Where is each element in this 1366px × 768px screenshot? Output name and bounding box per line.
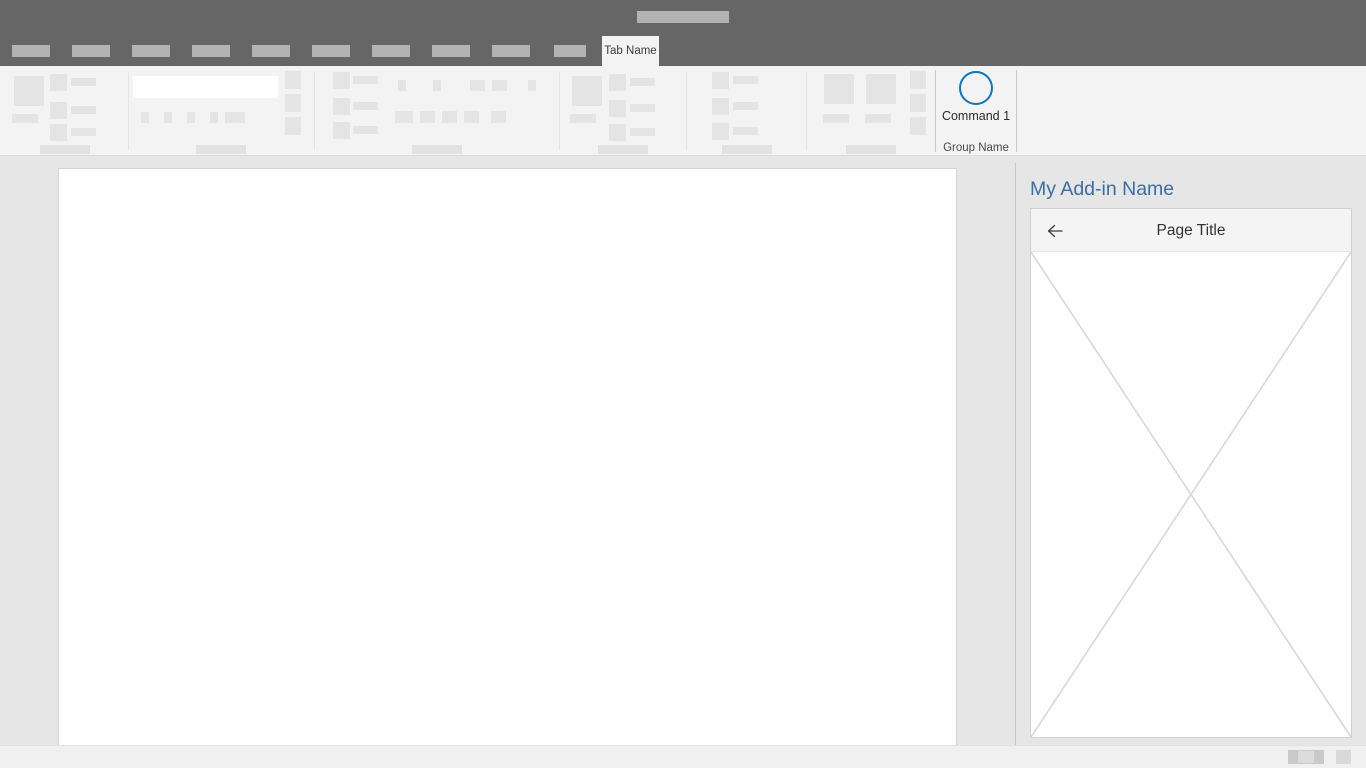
- command-1-button[interactable]: Command 1: [935, 109, 1017, 123]
- title-placeholder: [637, 11, 729, 23]
- title-bar: [0, 0, 1366, 36]
- tab-placeholder-7[interactable]: [372, 45, 410, 57]
- ribbon-control-placeholder-5-5[interactable]: [712, 123, 729, 140]
- ribbon-control-placeholder-4-8[interactable]: [630, 128, 655, 136]
- ribbon-control-placeholder-3-9[interactable]: [470, 80, 485, 91]
- addin-title: My Add-in Name: [1030, 178, 1174, 201]
- tab-active[interactable]: Tab Name: [602, 36, 659, 66]
- tab-placeholder-6[interactable]: [312, 45, 350, 57]
- ribbon-control-placeholder-6-6[interactable]: [910, 94, 926, 112]
- ribbon-control-placeholder-3-1[interactable]: [333, 72, 350, 89]
- ribbon-control-placeholder-6-4[interactable]: [865, 114, 891, 123]
- ribbon-group-label-placeholder-4: [598, 145, 648, 154]
- ribbon-control-placeholder-5-3[interactable]: [712, 98, 729, 115]
- ribbon-control-placeholder-3-15[interactable]: [464, 111, 479, 123]
- ribbon-control-placeholder-2-6[interactable]: [225, 112, 245, 123]
- tab-placeholder-5[interactable]: [252, 45, 290, 57]
- ribbon-control-placeholder-3-8[interactable]: [433, 80, 441, 91]
- ribbon-group-command: Command 1 Group Name: [935, 66, 1017, 156]
- zoom-slider-handle[interactable]: [1298, 751, 1314, 763]
- ribbon-control-placeholder-1-6[interactable]: [71, 106, 96, 114]
- ribbon-control-placeholder-4-6[interactable]: [630, 104, 655, 112]
- ribbon-group-separator-2: [314, 72, 315, 150]
- page-title: Page Title: [1031, 209, 1351, 252]
- ribbon-control-placeholder-1-2[interactable]: [12, 114, 38, 123]
- ribbon-group-label-placeholder-6: [846, 145, 896, 154]
- ribbon-control-placeholder-1-4[interactable]: [71, 78, 96, 86]
- ribbon-group-separator-5: [806, 72, 807, 150]
- ribbon-control-placeholder-4-2[interactable]: [570, 114, 596, 123]
- ribbon-control-placeholder-4-5[interactable]: [609, 100, 626, 117]
- ribbon-control-placeholder-1-5[interactable]: [50, 102, 67, 119]
- ribbon-control-placeholder-6-2[interactable]: [823, 114, 849, 123]
- ribbon-control-placeholder-3-10[interactable]: [492, 80, 507, 91]
- ribbon-control-placeholder-3-6[interactable]: [353, 126, 378, 134]
- ribbon-control-placeholder-3-4[interactable]: [353, 102, 378, 110]
- ribbon-control-placeholder-5-1[interactable]: [712, 72, 729, 89]
- ribbon-control-placeholder-3-7[interactable]: [398, 80, 406, 91]
- ribbon-control-placeholder-6-1[interactable]: [824, 74, 854, 104]
- app-window: Tab Name Command 1 Group Name My Add-in …: [0, 0, 1366, 768]
- tab-placeholder-4[interactable]: [192, 45, 230, 57]
- ribbon-group-separator-4: [686, 72, 687, 150]
- page-header: Page Title: [1031, 209, 1351, 252]
- view-mode-button[interactable]: [1336, 750, 1351, 764]
- ribbon-control-placeholder-1-7[interactable]: [50, 124, 67, 141]
- ribbon-control-placeholder-5-4[interactable]: [733, 102, 758, 110]
- ribbon-control-placeholder-1-8[interactable]: [71, 128, 96, 136]
- ribbon-control-placeholder-5-6[interactable]: [733, 127, 758, 135]
- ribbon: Command 1 Group Name: [0, 66, 1366, 156]
- ribbon-control-placeholder-2-8[interactable]: [285, 94, 301, 112]
- ribbon-control-placeholder-3-16[interactable]: [491, 111, 506, 123]
- ribbon-control-placeholder-3-5[interactable]: [333, 122, 350, 139]
- ribbon-control-placeholder-3-11[interactable]: [528, 80, 536, 91]
- page-body: [1031, 252, 1351, 737]
- ribbon-control-placeholder-6-7[interactable]: [910, 117, 926, 135]
- back-arrow-icon[interactable]: [1045, 221, 1065, 241]
- tab-placeholder-3[interactable]: [132, 45, 170, 57]
- ribbon-control-placeholder-4-7[interactable]: [609, 124, 626, 141]
- ribbon-control-placeholder-4-3[interactable]: [609, 74, 626, 91]
- tab-placeholder-2[interactable]: [72, 45, 110, 57]
- ribbon-group-name-label: Group Name: [935, 142, 1017, 154]
- ribbon-control-placeholder-3-12[interactable]: [395, 111, 413, 123]
- circle-icon: [959, 71, 993, 105]
- ribbon-control-placeholder-2-7[interactable]: [285, 71, 301, 89]
- x-cross-placeholder: [1031, 252, 1351, 737]
- ribbon-control-placeholder-3-13[interactable]: [420, 111, 435, 123]
- zoom-control[interactable]: [1288, 750, 1324, 764]
- ribbon-control-placeholder-6-5[interactable]: [910, 71, 926, 89]
- ribbon-control-placeholder-1-1[interactable]: [14, 76, 44, 106]
- ribbon-group-label-placeholder-5: [722, 145, 772, 154]
- ribbon-control-placeholder-3-14[interactable]: [442, 111, 457, 123]
- ribbon-group-label-placeholder-3: [412, 145, 462, 154]
- tab-placeholder-8[interactable]: [432, 45, 470, 57]
- tab-active-label: Tab Name: [604, 45, 656, 57]
- ribbon-control-placeholder-3-2[interactable]: [353, 76, 378, 84]
- ribbon-control-placeholder-1-3[interactable]: [50, 74, 67, 91]
- ribbon-control-placeholder-2-9[interactable]: [285, 117, 301, 135]
- ribbon-control-placeholder-2-4[interactable]: [187, 112, 195, 123]
- ribbon-control-placeholder-2-2[interactable]: [141, 112, 149, 123]
- ribbon-control-placeholder-4-1[interactable]: [572, 76, 602, 106]
- ribbon-control-placeholder-5-2[interactable]: [733, 76, 758, 84]
- ribbon-control-placeholder-2-5[interactable]: [210, 112, 218, 123]
- tab-placeholder-9[interactable]: [492, 45, 530, 57]
- ribbon-group-separator-3: [559, 72, 560, 150]
- ribbon-control-placeholder-3-3[interactable]: [333, 98, 350, 115]
- ribbon-group-label-placeholder-1: [40, 145, 90, 154]
- addin-content-frame: Page Title: [1030, 208, 1352, 738]
- ribbon-control-placeholder-4-4[interactable]: [630, 78, 655, 86]
- ribbon-control-placeholder-2-3[interactable]: [164, 112, 172, 123]
- ribbon-input-placeholder-2-1[interactable]: [133, 76, 278, 98]
- tab-placeholder-10[interactable]: [554, 45, 586, 57]
- ribbon-group-label-placeholder-2: [196, 145, 246, 154]
- tab-placeholder-1[interactable]: [12, 45, 50, 57]
- ribbon-control-placeholder-6-3[interactable]: [866, 74, 896, 104]
- document-page[interactable]: [58, 168, 957, 748]
- ribbon-group-separator-1: [128, 72, 129, 150]
- status-bar: [0, 745, 1366, 768]
- task-pane: My Add-in Name Page Title: [1016, 156, 1366, 745]
